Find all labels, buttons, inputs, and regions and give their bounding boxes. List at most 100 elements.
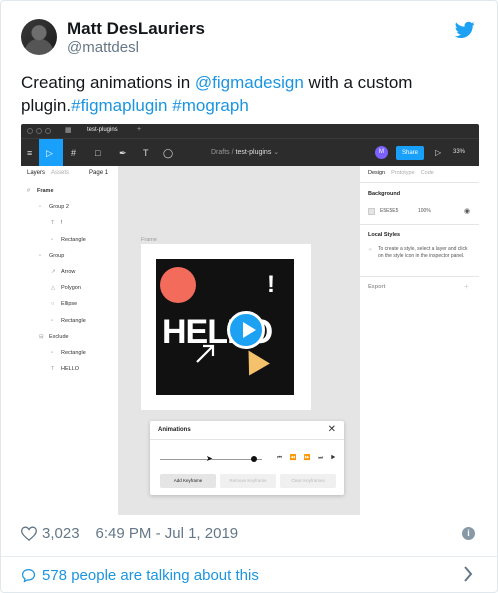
share-button[interactable]: Share <box>396 146 424 160</box>
tab-code[interactable]: Code <box>421 170 434 176</box>
layer-row[interactable]: ▫ Group 2 <box>39 204 69 210</box>
tweet-meta: 3,023 6:49 PM - Jul 1, 2019 <box>21 525 238 542</box>
chevron-right-icon[interactable] <box>463 566 473 582</box>
page-selector[interactable]: Page 1 <box>89 170 108 176</box>
divider <box>360 224 479 225</box>
figma-toolbar: ≡ ▷ # □ ✒ T ◯ Drafts / test-plugins ⌄ M … <box>21 138 479 167</box>
remove-keyframe-button[interactable]: Remove Keyframe <box>220 474 276 488</box>
conversation-text[interactable]: 578 people are talking about this <box>42 567 259 584</box>
layer-row[interactable]: ▫ Rectangle <box>51 318 86 324</box>
new-tab-icon[interactable]: + <box>137 126 141 133</box>
layer-row[interactable]: T HELLO <box>51 366 79 372</box>
background-hex[interactable]: E5E5E5 <box>380 208 398 215</box>
user-avatar[interactable]: M <box>375 146 388 159</box>
layer-label: Group <box>49 252 65 259</box>
background-heading: Background <box>368 191 401 197</box>
layer-type-icon: ▫ <box>51 236 53 243</box>
layer-label: ! <box>61 220 63 227</box>
layer-row[interactable]: ⊟ Exclude <box>39 334 69 340</box>
comment-tool-icon[interactable]: ◯ <box>163 147 173 159</box>
layer-type-icon: # <box>27 188 31 194</box>
present-icon[interactable]: ▷ <box>435 147 441 159</box>
layer-label: Rectangle <box>61 236 86 243</box>
frame-tool-icon[interactable]: # <box>71 147 76 159</box>
design-tabs: Design Prototype Code <box>368 170 440 176</box>
layer-type-icon: ▫ <box>39 252 41 259</box>
tab-design[interactable]: Design <box>368 170 385 176</box>
tab-assets[interactable]: Assets <box>51 170 69 176</box>
tweet-text-prefix: Creating animations in <box>21 73 195 92</box>
window-dot[interactable] <box>45 128 51 134</box>
layer-row[interactable]: ▫ Rectangle <box>51 237 86 243</box>
info-icon[interactable]: i <box>462 527 475 540</box>
twitter-bird-icon[interactable] <box>455 21 475 39</box>
heart-icon[interactable] <box>21 526 37 541</box>
like-count[interactable]: 3,023 <box>42 525 80 542</box>
chevron-down-icon[interactable]: ⌄ <box>273 149 279 156</box>
zoom-level[interactable]: 33% <box>453 149 465 155</box>
mention-link[interactable]: @figmadesign <box>195 73 304 92</box>
layer-row[interactable]: ↗ Arrow <box>51 269 75 275</box>
add-keyframe-button[interactable]: Add Keyframe <box>160 474 216 488</box>
divider <box>360 182 479 183</box>
divider <box>150 439 344 440</box>
layer-type-icon: ▫ <box>51 350 53 356</box>
layer-row[interactable]: # Frame <box>27 188 54 194</box>
breadcrumb-separator: / <box>231 149 234 156</box>
background-swatch[interactable] <box>368 208 375 215</box>
mouse-cursor-icon: ➤ <box>206 454 213 463</box>
close-icon[interactable]: ✕ <box>328 424 336 435</box>
tweet-card: Matt DesLauriers @mattdesl Creating anim… <box>0 0 498 593</box>
hashtag-mograph[interactable]: #mograph <box>172 96 249 115</box>
layer-type-icon: ▫ <box>39 204 41 211</box>
layer-row[interactable]: ○ Ellipse <box>51 301 77 307</box>
author-handle[interactable]: @mattdesl <box>67 39 139 56</box>
add-export-icon[interactable]: + <box>464 283 469 291</box>
menu-icon[interactable]: ≡ <box>27 147 32 159</box>
layer-type-icon: △ <box>51 285 56 292</box>
conversation-link[interactable]: 578 people are talking about this <box>21 567 259 584</box>
window-dot[interactable] <box>27 128 33 134</box>
layer-type-icon: ↗ <box>51 269 56 275</box>
comment-bubble-icon <box>21 568 36 583</box>
canvas[interactable]: Frame HELLO ! Animations ✕ ➤ ⏮ ⏪ ⏩ ⏭ ▶ A… <box>119 166 359 515</box>
file-tab[interactable]: test-plugins <box>87 127 118 133</box>
play-video-button[interactable] <box>227 311 265 349</box>
pen-tool-icon[interactable]: ✒ <box>119 147 127 159</box>
tweet-text: Creating animations in @figmadesign with… <box>21 71 461 117</box>
design-panel: Design Prototype Code Background E5E5E5 10… <box>359 166 479 515</box>
eye-icon[interactable]: ◉ <box>464 207 470 215</box>
frame-label: Frame <box>141 237 157 243</box>
avatar[interactable] <box>21 19 57 55</box>
author-name[interactable]: Matt DesLauriers <box>67 19 205 39</box>
timestamp[interactable]: 6:49 PM - Jul 1, 2019 <box>96 525 239 542</box>
rectangle-tool-icon[interactable]: □ <box>95 147 100 159</box>
tab-layers[interactable]: Layers <box>27 170 45 176</box>
animations-title: Animations <box>158 427 191 433</box>
layer-label: Arrow <box>61 269 76 275</box>
timeline-playhead[interactable] <box>251 456 257 462</box>
hashtag-figmaplugin[interactable]: #figmaplugin <box>71 96 167 115</box>
breadcrumb-file[interactable]: test-plugins <box>236 149 272 156</box>
tweet-video[interactable]: ▦ test-plugins + ≡ ▷ # □ ✒ T ◯ Drafts / … <box>21 124 479 515</box>
layer-label: Ellipse <box>61 301 78 308</box>
grid-icon[interactable]: ▦ <box>65 125 72 137</box>
background-opacity[interactable]: 100% <box>418 208 431 215</box>
local-styles-heading: Local Styles <box>368 232 401 238</box>
layer-label: Rectangle <box>61 317 86 324</box>
text-tool-icon[interactable]: T <box>143 147 149 159</box>
layer-row[interactable]: ▫ Rectangle <box>51 350 86 356</box>
tab-prototype[interactable]: Prototype <box>391 170 415 176</box>
artwork: HELLO ! <box>156 259 294 395</box>
transport-controls[interactable]: ⏮ ⏪ ⏩ ⏭ ▶ <box>277 455 339 462</box>
layer-row[interactable]: ▫ Group <box>39 253 64 259</box>
clear-keyframes-button[interactable]: Clear Keyframes <box>280 474 336 488</box>
window-dot[interactable] <box>36 128 42 134</box>
layer-row[interactable]: T! <box>51 220 63 226</box>
layer-type-icon: ○ <box>51 301 55 308</box>
layer-row[interactable]: △ Polygon <box>51 285 81 291</box>
move-tool[interactable]: ▷ <box>39 139 63 167</box>
animations-plugin-panel: Animations ✕ ➤ ⏮ ⏪ ⏩ ⏭ ▶ Add Keyframe Re… <box>150 421 344 495</box>
breadcrumb-drafts[interactable]: Drafts <box>211 149 230 156</box>
divider <box>1 556 497 557</box>
